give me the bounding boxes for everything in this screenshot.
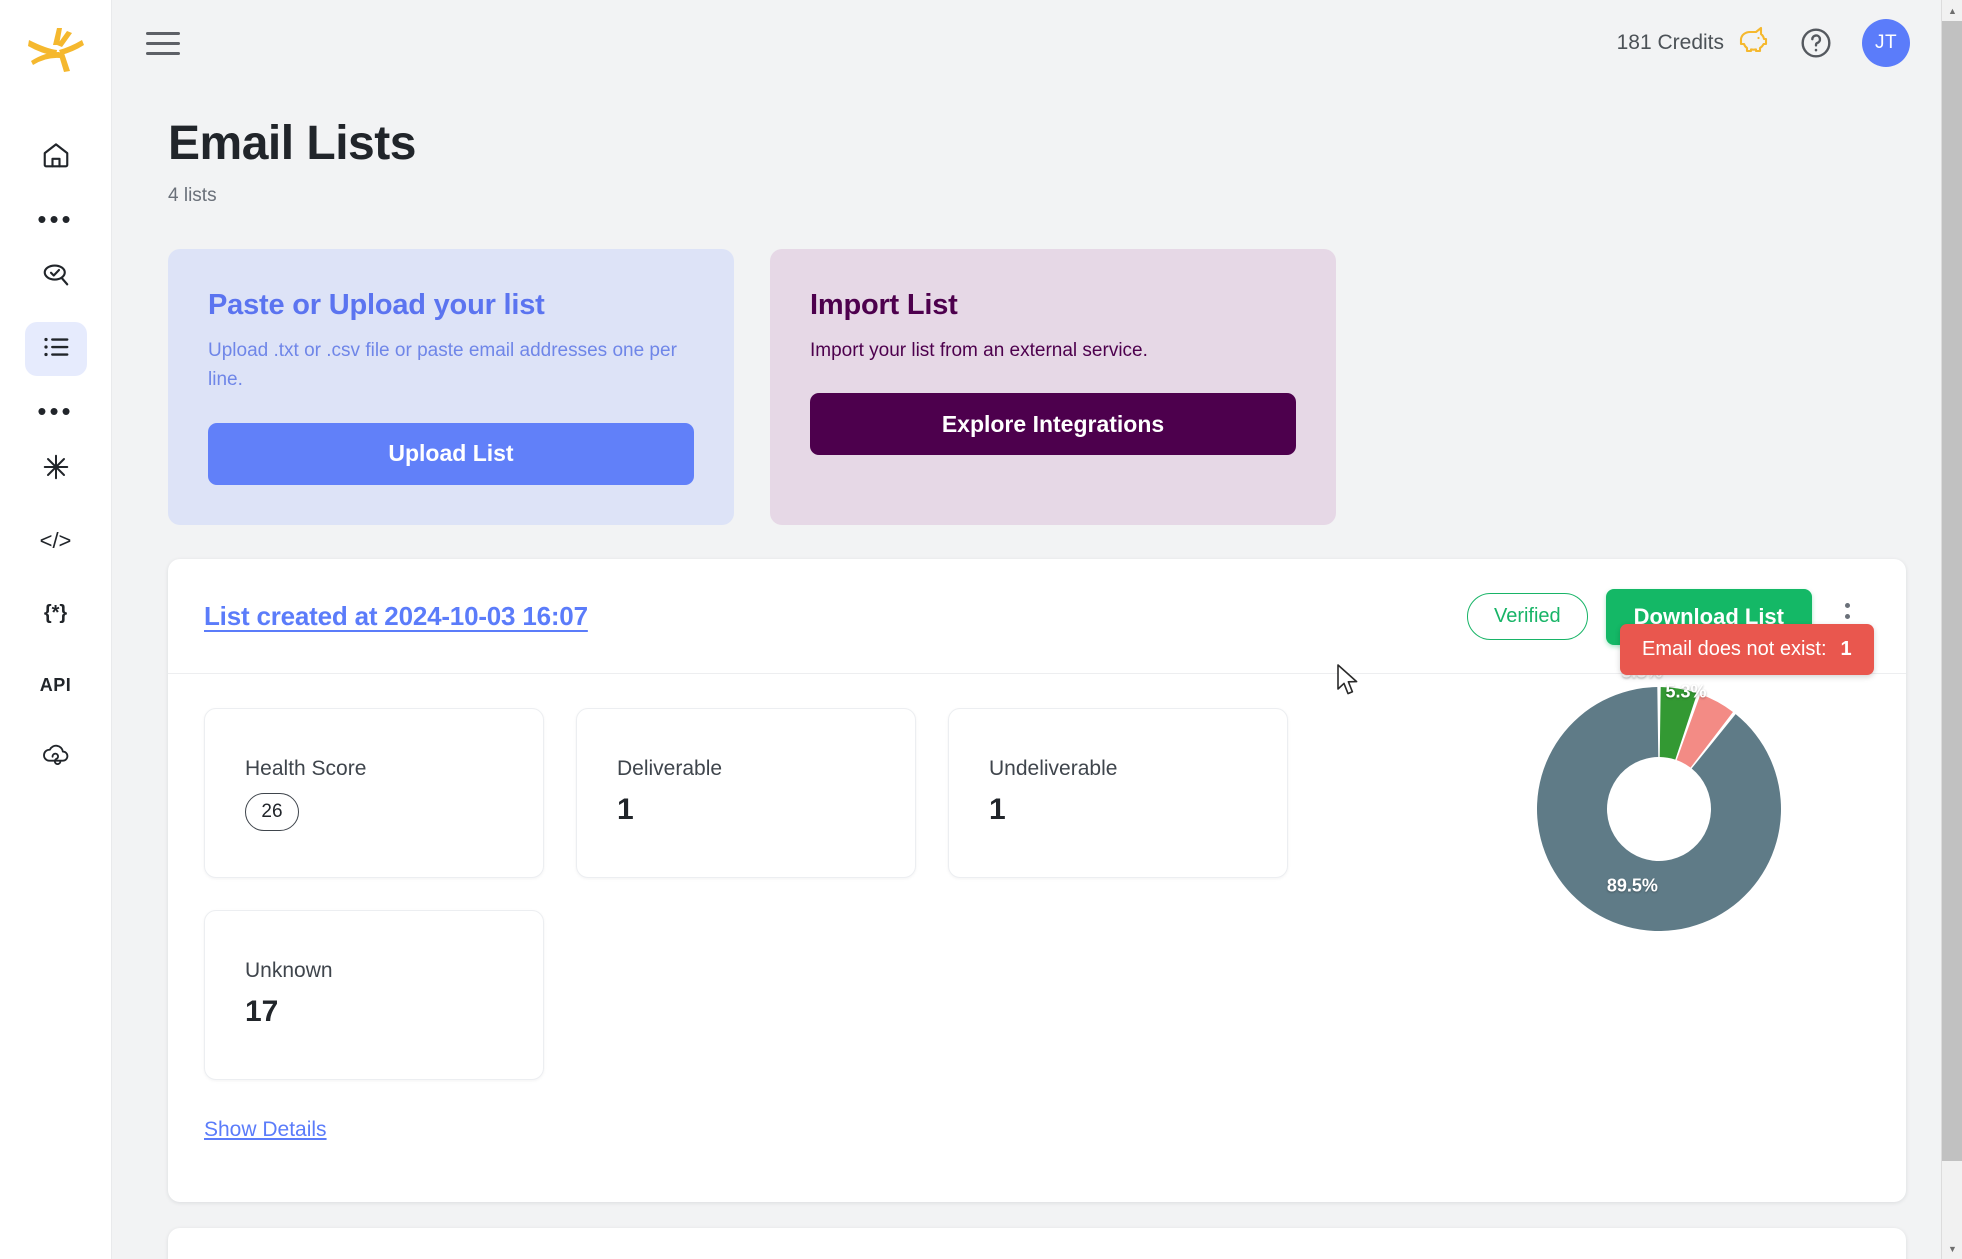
stat-value: 1: [617, 792, 634, 826]
stat-card-deliverable: Deliverable 1: [576, 707, 916, 878]
donut-svg[interactable]: [1534, 684, 1784, 934]
code-brackets-icon: </>: [39, 528, 72, 553]
asterisk-icon: [41, 452, 71, 487]
sidebar: ••• ••• </> {*} API: [0, 0, 112, 1259]
avatar-initials: JT: [1874, 32, 1898, 53]
cloud-link-icon: [40, 741, 72, 774]
stat-label: Unknown: [245, 958, 333, 982]
page-subtitle: 4 lists: [168, 185, 217, 206]
home-icon: [41, 140, 71, 175]
promo-card-import: Import List Import your list from an ext…: [770, 249, 1336, 525]
sidebar-item-api[interactable]: API: [25, 658, 87, 712]
ellipsis-icon: •••: [37, 203, 74, 234]
sidebar-item-sparkle[interactable]: [25, 442, 87, 496]
stat-card-undeliverable: Undeliverable 1: [948, 707, 1288, 878]
help-circle-icon[interactable]: [1798, 25, 1834, 61]
sidebar-item-integrations[interactable]: [25, 730, 87, 784]
promo-upload-title: Paste or Upload your list: [208, 289, 545, 321]
next-list-card-peek[interactable]: [168, 1227, 1906, 1259]
show-details-link[interactable]: Show Details: [204, 1118, 327, 1142]
page-content: Email Lists 4 lists Paste or Upload your…: [112, 116, 1962, 1259]
credits-indicator[interactable]: 181 Credits: [1617, 26, 1770, 60]
list-card-body: Health Score 26 Deliverable 1 Undelivera…: [168, 623, 1906, 1202]
promo-import-description: Import your list from an external servic…: [810, 340, 1148, 361]
status-badge[interactable]: Verified: [1466, 593, 1588, 641]
avatar[interactable]: JT: [1862, 19, 1910, 67]
search-check-icon: [41, 260, 71, 295]
promo-cards: Paste or Upload your list Upload .txt or…: [168, 249, 1906, 525]
stat-value: 17: [245, 994, 279, 1028]
sidebar-item-validate[interactable]: [25, 250, 87, 304]
chart-tooltip: Email does not exist: 1: [1620, 623, 1874, 675]
page-scrollbar[interactable]: ▲ ▼: [1941, 0, 1962, 1259]
main-area: 181 Credits JT Email Lists 4 lists Paste…: [112, 0, 1962, 1259]
topbar-right: 181 Credits JT: [1617, 19, 1910, 67]
promo-card-upload: Paste or Upload your list Upload .txt or…: [168, 249, 734, 525]
sidebar-item-variables[interactable]: {*}: [25, 586, 87, 640]
app-logo[interactable]: [25, 22, 87, 84]
health-score-value: 26: [245, 792, 299, 831]
scrollbar-thumb[interactable]: [1942, 21, 1962, 1161]
caret-up-icon[interactable]: ▲: [1942, 0, 1962, 21]
upload-list-button[interactable]: Upload List: [208, 422, 694, 485]
promo-import-title: Import List: [810, 289, 958, 321]
sidebar-item-more-2[interactable]: •••: [25, 394, 87, 428]
deliverability-donut-chart: 5.3% 5.3% 89.5% Email does not exist: 1: [1534, 623, 1874, 934]
sidebar-item-home[interactable]: [25, 130, 87, 184]
list-icon: [41, 332, 71, 367]
topbar: 181 Credits JT: [112, 0, 1962, 86]
stat-label: Deliverable: [617, 756, 723, 780]
hamburger-icon[interactable]: [146, 29, 180, 57]
tooltip-value: 1: [1840, 637, 1852, 660]
stat-value: 1: [989, 792, 1006, 826]
list-card: List created at 2024-10-03 16:07 Verifie…: [168, 558, 1906, 1202]
page-title: Email Lists: [168, 117, 416, 170]
stat-grid: Health Score 26 Deliverable 1 Undelivera…: [204, 707, 1364, 1080]
list-title-link[interactable]: List created at 2024-10-03 16:07: [204, 601, 588, 632]
stat-card-unknown: Unknown 17: [204, 909, 544, 1080]
curly-braces-icon: {*}: [43, 601, 68, 624]
stat-label: Undeliverable: [989, 756, 1118, 780]
app-root: ••• ••• </> {*} API 181 Credits JT Email…: [0, 0, 1962, 1259]
sidebar-item-code[interactable]: </>: [25, 514, 87, 568]
donut-slice-2[interactable]: [1537, 686, 1781, 931]
caret-down-icon[interactable]: ▼: [1942, 1238, 1962, 1259]
credits-label: 181 Credits: [1616, 31, 1724, 54]
sidebar-item-email-lists[interactable]: [24, 322, 87, 376]
stat-label: Health Score: [245, 756, 367, 780]
tooltip-label: Email does not exist:: [1642, 637, 1827, 660]
api-icon: API: [39, 674, 72, 695]
sidebar-item-more-1[interactable]: •••: [25, 202, 87, 236]
ellipsis-icon: •••: [37, 395, 74, 426]
explore-integrations-button[interactable]: Explore Integrations: [810, 393, 1296, 456]
stat-card-health-score: Health Score 26: [204, 707, 544, 878]
piggy-bank-icon: [1736, 26, 1770, 60]
promo-upload-description: Upload .txt or .csv file or paste email …: [208, 340, 677, 391]
